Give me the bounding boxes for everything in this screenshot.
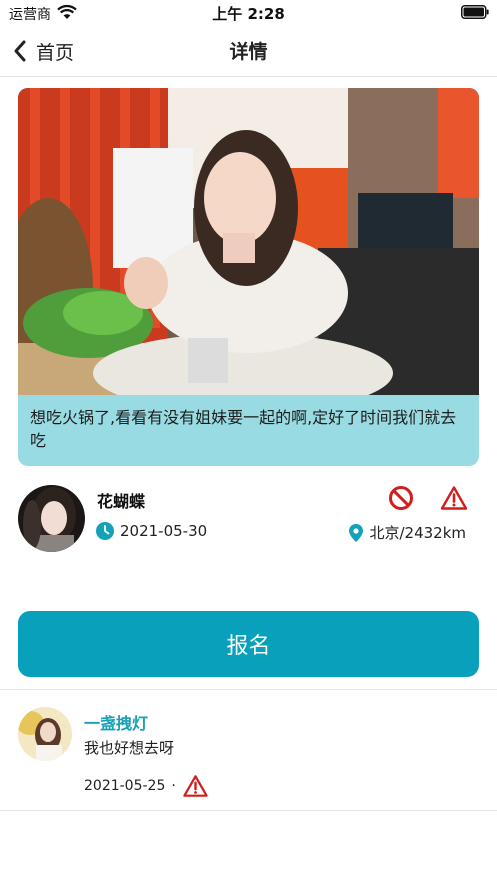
- report-warning-icon[interactable]: [440, 485, 468, 511]
- block-icon[interactable]: [388, 485, 414, 511]
- commenter-avatar[interactable]: [18, 707, 72, 761]
- comment-date: 2021-05-25: [84, 778, 166, 794]
- battery-icon: [461, 5, 489, 19]
- location-row: 北京/2432km: [349, 522, 466, 543]
- author-name[interactable]: 花蝴蝶: [97, 488, 145, 512]
- nav-bar: 首页 详情: [0, 26, 497, 77]
- comment-report-warning-icon[interactable]: [182, 774, 209, 798]
- clock-icon: [96, 522, 114, 540]
- post-date-row: 2021-05-30: [96, 522, 207, 540]
- comment-item: 一盏拽灯 我也好想去呀 2021-05-25 ·: [0, 690, 497, 810]
- comment-author[interactable]: 一盏拽灯: [84, 710, 148, 734]
- divider: [0, 810, 497, 811]
- back-label: 首页: [36, 41, 75, 64]
- post-photo[interactable]: [18, 88, 479, 395]
- chevron-left-icon: [14, 40, 26, 62]
- post-date: 2021-05-30: [120, 522, 208, 540]
- comment-text: 我也好想去呀: [84, 739, 175, 757]
- back-button[interactable]: 首页: [12, 36, 74, 66]
- commenter-avatar-photo: [18, 707, 72, 761]
- post-location: 北京/2432km: [369, 524, 466, 542]
- post-card: 想吃火锅了,看看有没有姐妹要一起的啊,定好了时间我们就去吃: [18, 88, 479, 466]
- status-bar: 运营商 上午 2:28: [0, 0, 497, 26]
- post-text: 想吃火锅了,看看有没有姐妹要一起的啊,定好了时间我们就去吃: [30, 408, 457, 450]
- location-pin-icon: [349, 523, 364, 542]
- page-title: 详情: [229, 41, 268, 63]
- status-time: 上午 2:28: [212, 5, 285, 23]
- author-avatar[interactable]: [18, 485, 85, 552]
- avatar-photo: [18, 485, 85, 552]
- comment-meta: 2021-05-25 ·: [84, 774, 209, 798]
- signup-button[interactable]: 报名: [18, 611, 479, 677]
- comment-separator: ·: [171, 778, 176, 794]
